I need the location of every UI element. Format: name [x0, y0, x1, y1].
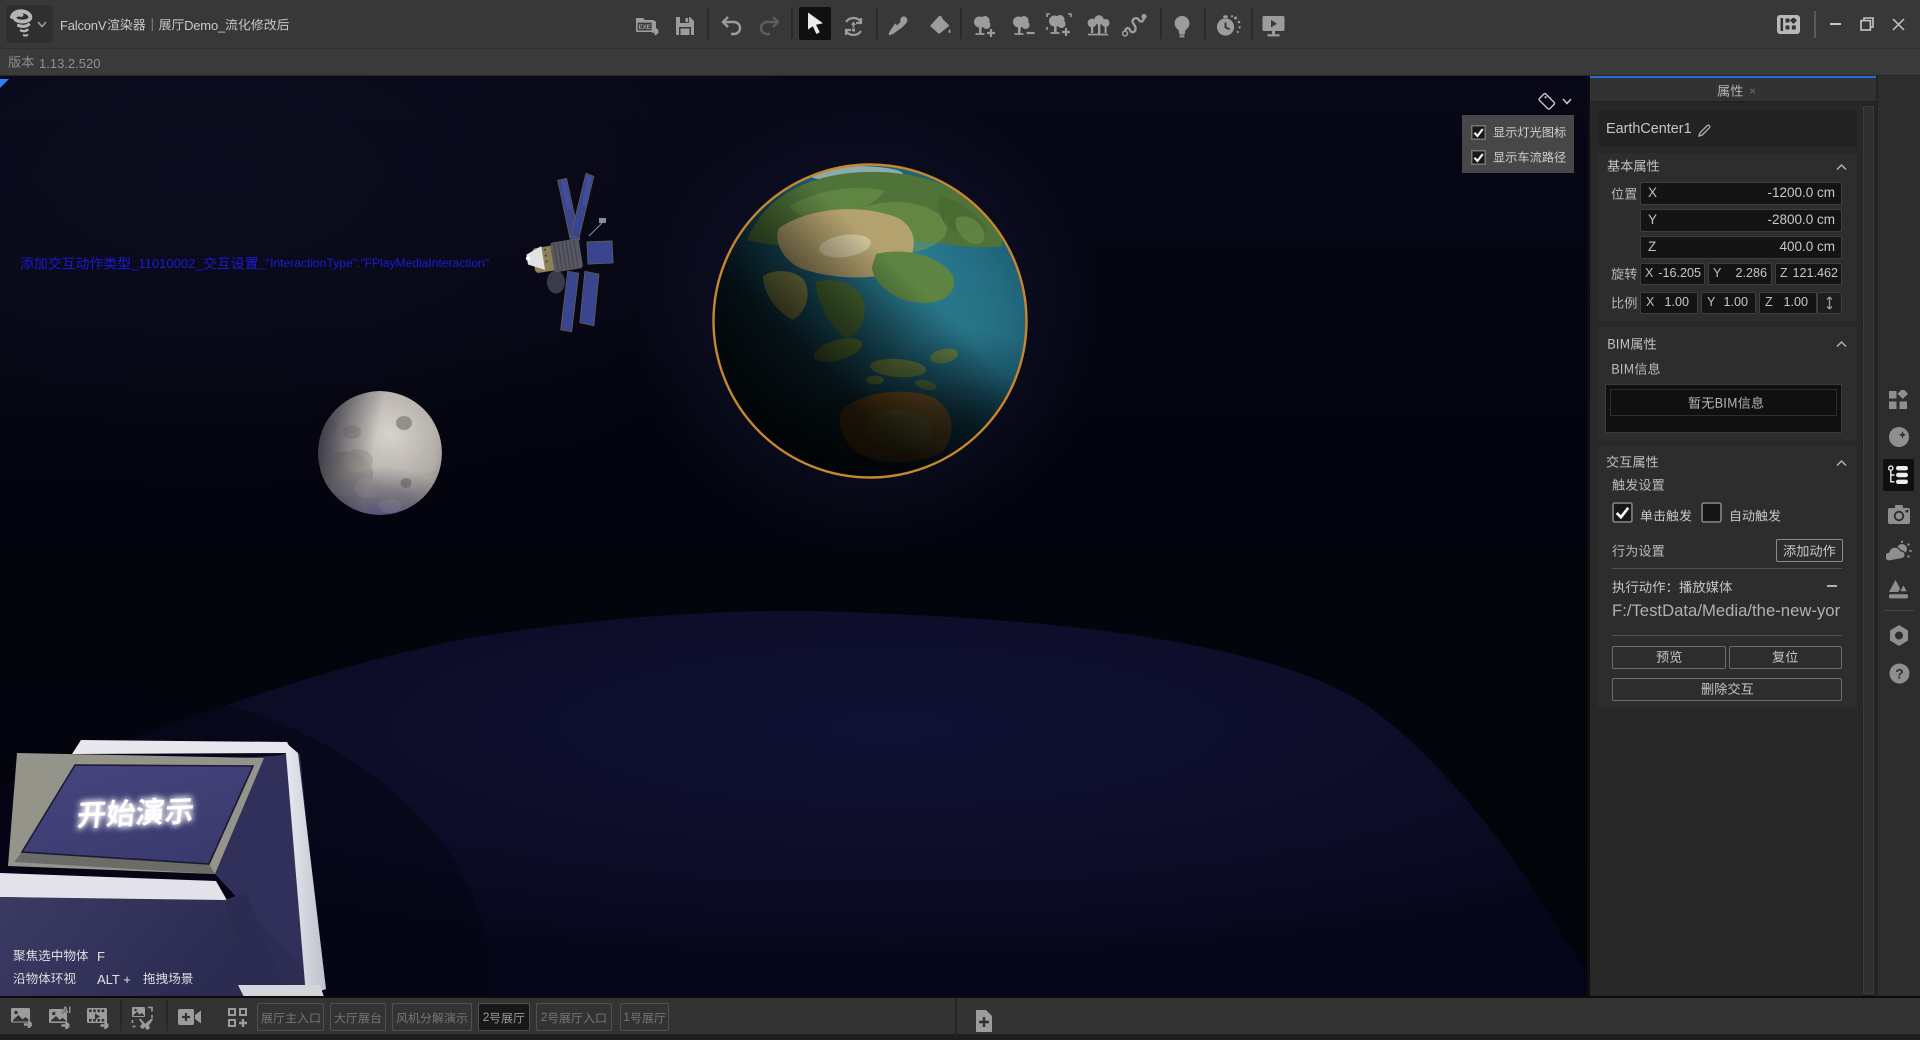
- svg-text:?: ?: [1895, 666, 1903, 681]
- svg-text:AI: AI: [62, 1005, 71, 1015]
- svg-text:EXE: EXE: [638, 24, 651, 31]
